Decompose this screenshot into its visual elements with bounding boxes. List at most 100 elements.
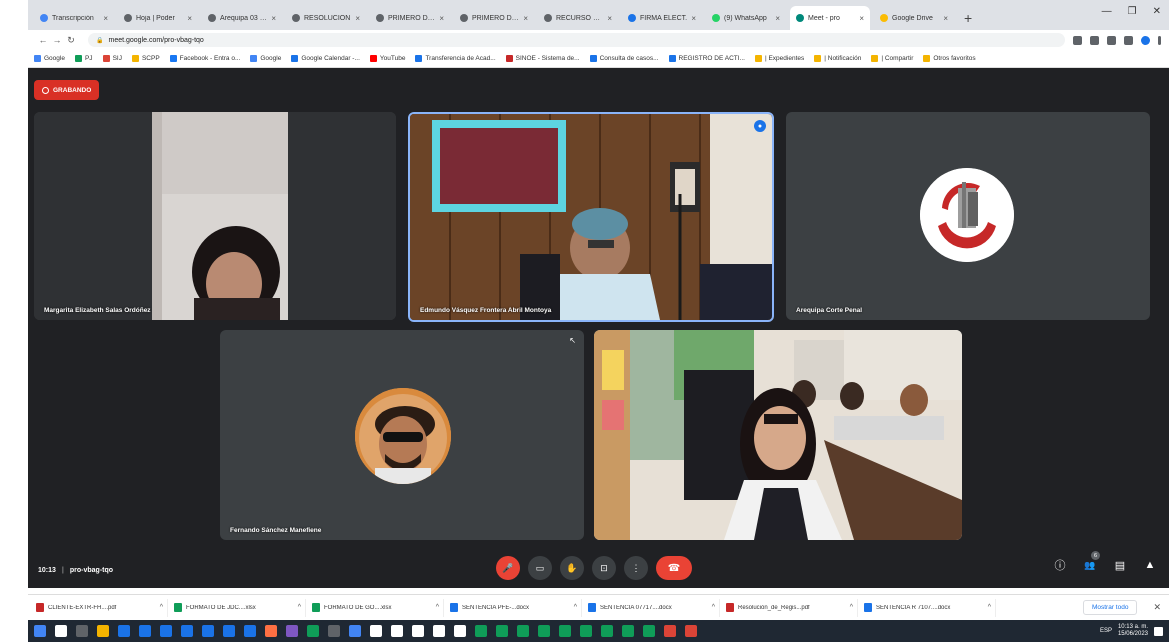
taskbar-app-icon[interactable] [349, 625, 361, 637]
taskbar-app-icon[interactable] [454, 625, 466, 637]
chevron-up-icon[interactable]: ^ [574, 604, 577, 611]
pin-icon[interactable]: ● [754, 120, 766, 132]
participant-tile[interactable] [594, 330, 962, 540]
close-window-button[interactable]: ✕ [1153, 6, 1161, 17]
taskbar-app-icon[interactable] [202, 625, 214, 637]
close-tab-icon[interactable]: × [352, 14, 360, 23]
leave-call-button[interactable]: ☎ [656, 556, 692, 580]
taskbar-app-icon[interactable] [391, 625, 403, 637]
taskbar-app-icon[interactable] [160, 625, 172, 637]
recording-badge[interactable]: GRABANDO [34, 80, 100, 100]
bookmark-item[interactable]: Google [34, 55, 65, 62]
reload-icon[interactable]: ↻ [64, 35, 78, 46]
taskbar-app-icon[interactable] [244, 625, 256, 637]
browser-tab[interactable]: Google Drive × [874, 6, 954, 30]
participant-tile[interactable]: Margarita Elizabeth Salas Ordóñez [34, 112, 396, 320]
bookmark-item[interactable]: Consulta de casos... [589, 55, 659, 62]
bookmark-item[interactable]: SIJ [102, 55, 122, 62]
bookmark-item[interactable]: SINOE - Sistema de... [505, 55, 580, 62]
close-downloads-icon[interactable]: ✕ [1153, 602, 1161, 613]
taskbar-app-icon[interactable] [685, 625, 697, 637]
taskbar-app-icon[interactable] [475, 625, 487, 637]
minimize-button[interactable]: — [1102, 6, 1112, 17]
taskbar-app-icon[interactable] [139, 625, 151, 637]
more-options-icon[interactable]: ↖ [569, 336, 576, 345]
taskbar-app-icon[interactable] [97, 625, 109, 637]
close-tab-icon[interactable]: × [772, 14, 780, 23]
browser-tab[interactable]: (9) WhatsApp × [706, 6, 786, 30]
close-tab-icon[interactable]: × [520, 14, 528, 23]
participant-tile-active[interactable]: ● Edmundo Vásquez Frontera Abril Montoya [408, 112, 774, 322]
profile-avatar[interactable] [1141, 35, 1150, 45]
bookmark-item[interactable]: Google Calendar -... [291, 55, 360, 62]
taskbar-app-icon[interactable] [496, 625, 508, 637]
notification-icon[interactable] [1154, 626, 1163, 636]
taskbar-app-icon[interactable] [580, 625, 592, 637]
bookmark-item[interactable]: Facebook - Entra o... [169, 55, 240, 62]
url-field[interactable]: 🔒 meet.google.com/pro-vbag-tqo [88, 33, 1065, 47]
bookmark-item[interactable]: Otros favoritos [923, 55, 976, 62]
bookmark-item[interactable]: | Expedientes [754, 55, 804, 62]
bookmark-item[interactable]: SCPP [131, 55, 160, 62]
people-button[interactable]: 👥 6 [1083, 551, 1100, 572]
new-tab-button[interactable]: + [958, 10, 978, 30]
browser-tab[interactable]: PRIMERO DE... × [370, 6, 450, 30]
sidebar-icon[interactable] [1124, 35, 1133, 45]
taskbar-app-icon[interactable] [601, 625, 613, 637]
browser-tab[interactable]: Hoja | Poder × [118, 6, 198, 30]
camera-toggle-button[interactable]: ▭ [528, 556, 552, 580]
maximize-button[interactable]: ❐ [1128, 6, 1137, 17]
taskbar-app-icon[interactable] [328, 625, 340, 637]
browser-tab[interactable]: FIRMA ELECT. × [622, 6, 702, 30]
taskbar-app-icon[interactable] [181, 625, 193, 637]
present-button[interactable]: ⊡ [592, 556, 616, 580]
taskbar-app-icon[interactable] [517, 625, 529, 637]
taskbar-app-icon[interactable] [643, 625, 655, 637]
chat-button[interactable]: ▤ [1113, 558, 1127, 572]
chevron-up-icon[interactable]: ^ [160, 604, 163, 611]
activities-button[interactable]: ▲ [1143, 558, 1157, 572]
chevron-up-icon[interactable]: ^ [436, 604, 439, 611]
bookmark-item[interactable]: REGISTRO DE ACTI... [668, 55, 745, 62]
meeting-details-button[interactable]: ⓘ [1053, 558, 1067, 572]
download-item[interactable]: FORMATO DE JDC....xlsx ^ [174, 598, 306, 617]
download-item[interactable]: Resolución_de_Regis...pdf ^ [726, 598, 858, 617]
taskbar-app-icon[interactable] [307, 625, 319, 637]
chevron-up-icon[interactable]: ^ [988, 604, 991, 611]
bookmark-item[interactable]: YouTube [369, 55, 405, 62]
browser-tab[interactable]: Arequipa 03 - ... × [202, 6, 282, 30]
download-item[interactable]: FORMATO DE GO....xlsx ^ [312, 598, 444, 617]
bookmark-item[interactable]: | Compartir [871, 55, 913, 62]
language-indicator[interactable]: ESP [1100, 628, 1112, 634]
bookmark-item[interactable]: Transferencia de Acad... [415, 55, 496, 62]
close-tab-icon[interactable]: × [100, 14, 108, 23]
close-tab-icon[interactable]: × [184, 14, 192, 23]
participant-tile[interactable]: Arequipa Corte Penal [786, 112, 1150, 320]
chevron-up-icon[interactable]: ^ [712, 604, 715, 611]
bookmark-star-icon[interactable] [1090, 35, 1099, 45]
bookmark-item[interactable]: | Notificación [814, 55, 861, 62]
close-tab-icon[interactable]: × [268, 14, 276, 23]
taskbar-app-icon[interactable] [538, 625, 550, 637]
taskbar-app-icon[interactable] [433, 625, 445, 637]
mic-toggle-button[interactable]: 🎤 [496, 556, 520, 580]
extensions-icon[interactable] [1107, 35, 1116, 45]
close-tab-icon[interactable]: × [436, 14, 444, 23]
close-tab-icon[interactable]: × [856, 14, 864, 23]
clock[interactable]: 10:13 a. m. 15/06/2023 [1118, 624, 1148, 637]
chevron-up-icon[interactable]: ^ [850, 604, 853, 611]
menu-icon[interactable] [1158, 35, 1161, 45]
chevron-up-icon[interactable]: ^ [298, 604, 301, 611]
show-all-downloads-button[interactable]: Mostrar todo [1082, 600, 1138, 615]
taskbar-app-icon[interactable] [559, 625, 571, 637]
download-item[interactable]: SENTENCIA 07717....docx ^ [588, 598, 720, 617]
taskbar-app-icon[interactable] [286, 625, 298, 637]
browser-tab[interactable]: Transcripción × [34, 6, 114, 30]
taskbar-app-icon[interactable] [370, 625, 382, 637]
taskbar-app-icon[interactable] [76, 625, 88, 637]
taskbar-app-icon[interactable] [55, 625, 67, 637]
start-menu-icon[interactable] [34, 625, 46, 637]
more-options-button[interactable]: ⋮ [624, 556, 648, 580]
share-icon[interactable] [1073, 35, 1082, 45]
download-item[interactable]: CLIENTE-EXTR-FH....pdf ^ [36, 598, 168, 617]
